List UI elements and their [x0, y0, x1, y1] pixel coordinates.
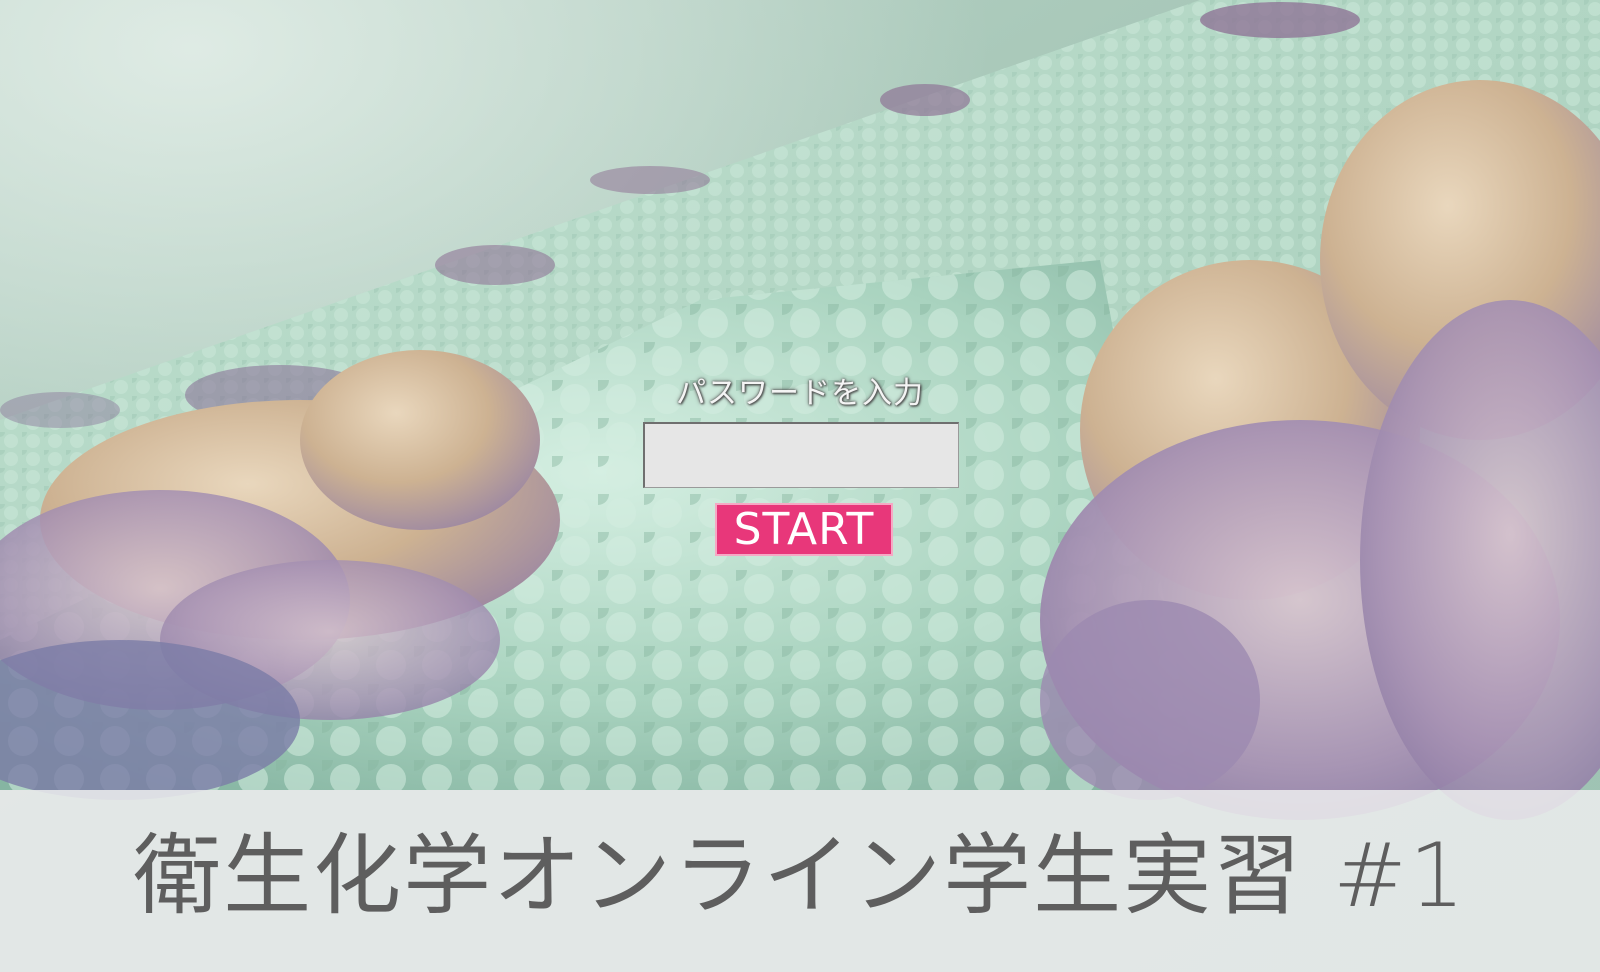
password-input[interactable] — [643, 422, 959, 488]
title-banner: 衛生化学オンライン学生実習 #1 — [0, 790, 1600, 972]
page-title: 衛生化学オンライン学生実習 #1 — [133, 824, 1467, 927]
password-prompt-label: パスワードを入力 — [676, 376, 924, 411]
login-screen: パスワードを入力 START 衛生化学オンライン学生実習 #1 — [0, 0, 1600, 972]
start-button[interactable]: START — [715, 503, 893, 556]
